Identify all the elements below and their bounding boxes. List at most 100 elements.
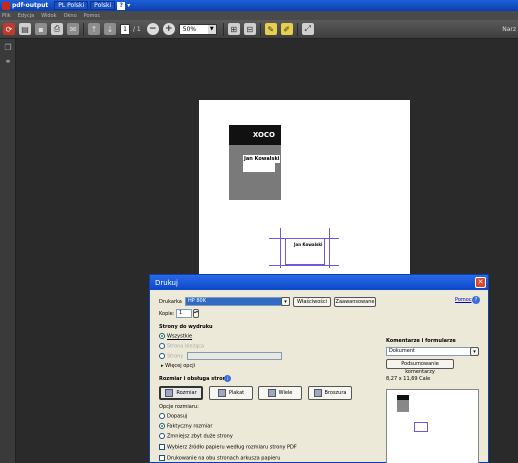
toolbar-separator xyxy=(83,22,84,36)
radio-button[interactable] xyxy=(159,433,165,439)
copies-stepper[interactable]: ▴▾ xyxy=(193,309,199,318)
fit-page-icon[interactable]: ⊞ xyxy=(227,23,240,35)
pages-section-title: Strony do wydruku xyxy=(159,324,213,330)
radio-pages[interactable]: Strony xyxy=(159,353,183,360)
crop-mark xyxy=(280,228,281,268)
summarize-comments-button[interactable]: Podsumowanie komentarzy xyxy=(386,359,454,375)
size-button-label: Rozmiar xyxy=(176,390,197,396)
size-options-label: Opcje rozmiaru: xyxy=(159,404,199,410)
pages-icon[interactable]: ❐ xyxy=(3,43,13,53)
open-icon[interactable]: ▤ xyxy=(19,23,31,35)
navigation-pane: ❐ ⚭ xyxy=(0,39,16,463)
booklet-icon xyxy=(313,389,322,397)
zoom-out-icon[interactable]: − xyxy=(146,23,159,35)
preview-card-small xyxy=(414,422,428,432)
multiple-button[interactable]: Wiele xyxy=(258,386,302,400)
radio-actual-size[interactable]: Faktyczny rozmiar xyxy=(159,423,212,430)
more-options-toggle[interactable]: ▸ Więcej opcji xyxy=(161,363,195,369)
help-link[interactable]: Pomoc xyxy=(455,297,472,303)
zoom-select[interactable]: 50% ▼ xyxy=(178,23,217,35)
title-bar: pdf-output PL Polski Polski ? ▾ xyxy=(0,0,518,11)
chevron-down-icon[interactable]: ▾ xyxy=(281,297,290,306)
save-icon[interactable]: ▪ xyxy=(35,23,47,35)
info-icon[interactable]: i xyxy=(224,375,231,382)
radio-all-label: Wszystkie xyxy=(167,333,193,340)
create-pdf-icon[interactable]: ⟳ xyxy=(3,23,15,35)
size-section-title: Rozmiar i obsługa stron xyxy=(159,376,227,382)
dialog-title: Drukuj xyxy=(155,278,178,287)
email-icon[interactable]: ✉ xyxy=(67,23,79,35)
dialog-title-bar: Drukuj ✕ xyxy=(150,275,488,290)
previous-page-icon[interactable]: ↑ xyxy=(88,23,100,35)
print-icon[interactable]: ⎙ xyxy=(51,23,63,35)
print-dialog: Drukuj ✕ Drukarka HP 80K ▾ Właściwości Z… xyxy=(149,274,489,463)
language-indicator[interactable]: PL Polski xyxy=(54,1,89,10)
poster-icon xyxy=(217,389,226,397)
advanced-button[interactable]: Zaawansowane xyxy=(334,297,376,307)
zoom-in-icon[interactable]: + xyxy=(162,23,175,35)
close-icon[interactable]: ✕ xyxy=(475,277,486,288)
duplex-label: Drukowanie na obu stronach arkusza papie… xyxy=(167,455,281,462)
crop-mark xyxy=(329,228,330,268)
radio-button[interactable] xyxy=(159,423,165,429)
preview-card-back xyxy=(397,400,409,412)
radio-button[interactable] xyxy=(159,353,165,359)
menu-item-help[interactable]: Pomoc xyxy=(84,13,101,19)
comment-icon[interactable]: ✎ xyxy=(264,23,277,35)
radio-current-page[interactable]: Strona bieżąca xyxy=(159,343,204,350)
business-card-front: XOCO xyxy=(229,125,281,145)
menu-item-window[interactable]: Okno xyxy=(64,13,77,19)
document-title: pdf-output xyxy=(12,2,49,9)
more-options-label: Więcej opcji xyxy=(165,363,195,369)
checkbox[interactable] xyxy=(159,444,165,450)
tools-expand-icon[interactable]: ⤢ xyxy=(301,23,314,35)
help-icon[interactable]: ? xyxy=(472,296,480,304)
print-preview xyxy=(386,389,479,463)
booklet-button[interactable]: Broszura xyxy=(308,386,352,400)
radio-button[interactable] xyxy=(159,343,165,349)
paper-size-label: 8,27 x 11,69 Cale xyxy=(386,376,431,382)
attachments-icon[interactable]: ⚭ xyxy=(3,57,13,67)
chevron-down-icon[interactable]: ▾ xyxy=(470,347,479,356)
checkbox[interactable] xyxy=(159,455,165,461)
properties-button[interactable]: Właściwości xyxy=(293,297,331,307)
radio-pages-label: Strony xyxy=(167,353,184,360)
menu-item-edit[interactable]: Edycja xyxy=(18,13,35,19)
paper-source-checkbox[interactable]: Wybierz źródło papieru według rozmiaru s… xyxy=(159,444,297,451)
printer-select[interactable]: HP 80K xyxy=(185,297,290,306)
radio-shrink[interactable]: Zmniejsz zbyt duże strony xyxy=(159,433,233,440)
printer-label: Drukarka xyxy=(159,299,182,305)
menu-item-file[interactable]: Plik xyxy=(2,13,11,19)
comments-select[interactable]: Dokument xyxy=(386,347,478,356)
radio-all[interactable]: Wszystkie xyxy=(159,333,192,340)
poster-button[interactable]: Plakat xyxy=(209,386,253,400)
language-selector[interactable]: Polski xyxy=(90,1,116,10)
copies-input[interactable]: 1 xyxy=(176,309,192,318)
tools-label[interactable]: Narz xyxy=(502,26,516,33)
chevron-down-icon[interactable]: ▾ xyxy=(127,2,133,10)
chevron-down-icon[interactable]: ▼ xyxy=(207,24,216,34)
size-button[interactable]: Rozmiar xyxy=(159,386,203,400)
fit-width-icon[interactable]: ⊟ xyxy=(243,23,256,35)
menu-bar: Plik Edycja Widok Okno Pomoc xyxy=(0,11,518,20)
pages-range-input[interactable] xyxy=(187,352,282,360)
radio-button[interactable] xyxy=(159,333,165,339)
next-page-icon[interactable]: ↓ xyxy=(104,23,116,35)
size-icon xyxy=(165,389,174,397)
radio-button[interactable] xyxy=(159,413,165,419)
help-icon[interactable]: ? xyxy=(117,1,126,10)
page-total-label: / 1 xyxy=(133,25,141,33)
copies-label: Kopie: xyxy=(159,311,175,317)
highlight-icon[interactable]: ✐ xyxy=(280,23,293,35)
poster-button-label: Plakat xyxy=(228,390,245,396)
radio-fit[interactable]: Dopasuj xyxy=(159,413,187,420)
duplex-checkbox[interactable]: Drukowanie na obu stronach arkusza papie… xyxy=(159,455,280,462)
toolbar-separator xyxy=(222,22,224,36)
crop-mark xyxy=(269,265,339,266)
radio-actual-label: Faktyczny rozmiar xyxy=(167,423,213,430)
toolbar-separator xyxy=(259,22,261,36)
zoom-value: 50% xyxy=(182,25,197,33)
page-number-input[interactable]: 1 xyxy=(120,23,130,35)
booklet-button-label: Broszura xyxy=(324,390,347,396)
menu-item-view[interactable]: Widok xyxy=(41,13,56,19)
